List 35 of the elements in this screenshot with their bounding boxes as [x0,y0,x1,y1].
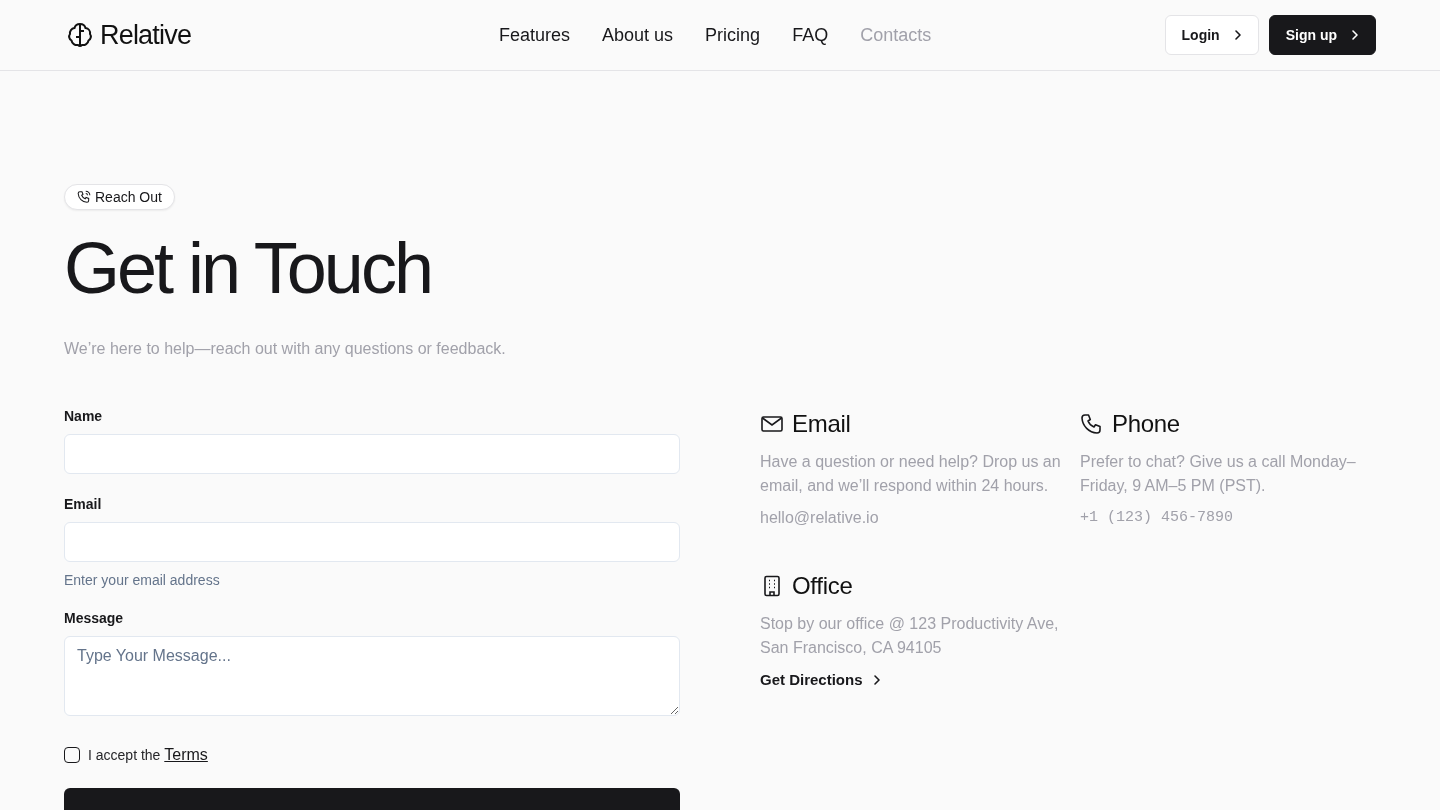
chevron-right-icon [872,674,881,686]
contact-description: Have a question or need help? Drop us an email, and we’ll respond within 24 hours. [760,452,1062,496]
phone-number: +1 (123) 456-7890 [1080,508,1235,528]
nav-link[interactable]: FAQ [792,24,829,46]
contact-heading: Phone [1112,410,1180,438]
field-label: Email [64,495,103,514]
message-field[interactable]: Type Your Message... [64,636,680,716]
login-button[interactable]: Login [1164,15,1259,55]
terms-link[interactable]: Terms [164,746,208,763]
email-address: hello@relative.io [760,508,880,528]
contact-heading: Email [792,410,851,438]
contact-description: Prefer to chat? Give us a call Monday–Friday, 9 AM–5 PM (PST). [1080,452,1357,496]
checkbox-label: I accept the Terms [88,746,208,764]
directions-link[interactable]: Get Directions [760,668,881,692]
nav-link[interactable]: Pricing [705,24,761,46]
logo-icon [66,21,94,49]
chevron-right-icon [1351,29,1359,41]
chevron-right-icon [1233,29,1242,41]
page-subtitle: We’re here to help—reach out with any questions or feedback. [64,340,507,358]
checkbox[interactable] [64,747,80,763]
contact-heading: Office [792,572,853,600]
field-hint: Enter your email address [64,572,221,588]
phone-icon [1080,412,1104,436]
page-title: Get in Touch [64,227,432,310]
badge-text: Reach Out [95,189,162,205]
nav-link[interactable]: About us [602,24,674,46]
signup-button[interactable]: Sign up [1268,15,1376,55]
text-field[interactable] [64,522,680,562]
phone-icon [77,190,91,204]
contact-description: Stop by our office @ 123 Productivity Ave, San Francisco, CA 94105 [760,614,1060,658]
logo-text: Relative [100,19,192,51]
field-label: Message [64,609,125,628]
field-label: Name [64,407,104,426]
nav-link[interactable]: Features [499,24,571,46]
text-field[interactable] [64,434,680,474]
